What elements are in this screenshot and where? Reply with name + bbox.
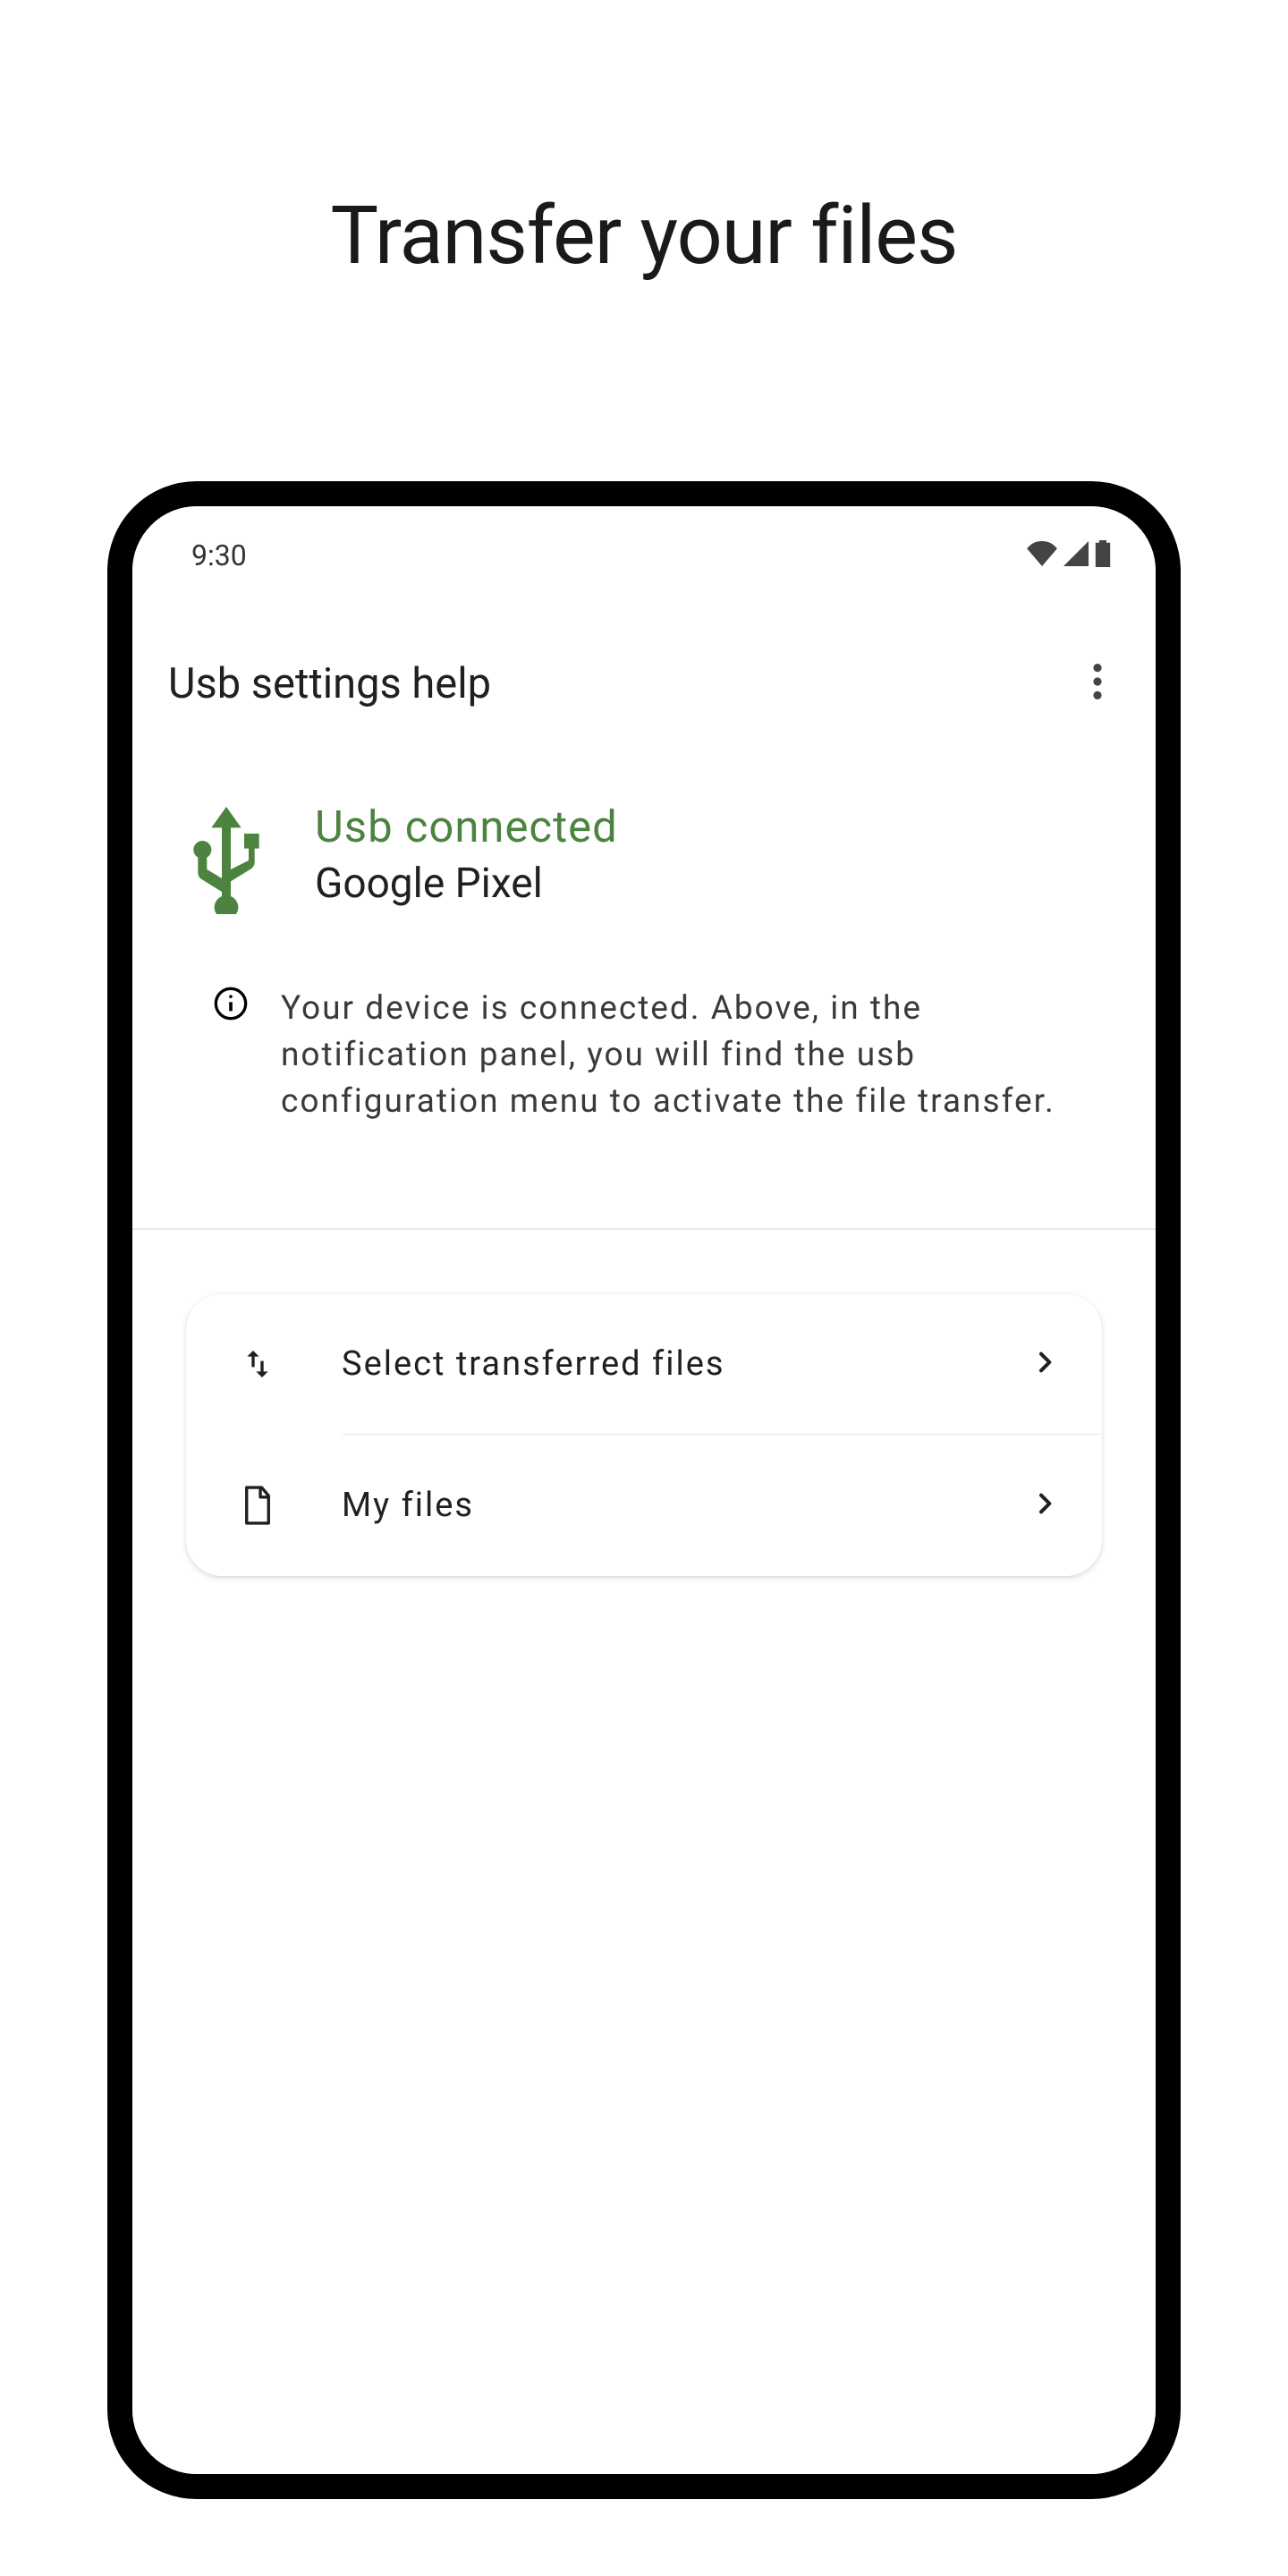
- action-label: Select transferred files: [342, 1344, 968, 1384]
- cellular-icon: [1063, 541, 1089, 570]
- phone-frame: 9:30 Usb settings help: [107, 481, 1181, 2499]
- chevron-right-icon: [1030, 1489, 1073, 1521]
- chevron-right-icon: [1030, 1348, 1073, 1380]
- app-bar: Usb settings help: [132, 590, 1156, 739]
- info-icon: [213, 986, 249, 1025]
- wifi-icon: [1027, 541, 1057, 570]
- connection-text: Usb connected Google Pixel: [315, 801, 1120, 908]
- select-transferred-files-item[interactable]: Select transferred files: [186, 1294, 1102, 1434]
- status-time: 9:30: [191, 538, 247, 572]
- swap-vert-icon: [236, 1346, 279, 1382]
- connection-row: Usb connected Google Pixel: [186, 801, 1120, 914]
- info-text: Your device is connected. Above, in the …: [281, 986, 1120, 1124]
- connection-section: Usb connected Google Pixel Your device i…: [132, 739, 1156, 1160]
- connection-status: Usb connected: [315, 801, 1120, 852]
- file-icon: [236, 1485, 279, 1526]
- more-menu-button[interactable]: [1084, 655, 1111, 712]
- section-divider: [132, 1228, 1156, 1230]
- status-icons: [1027, 540, 1111, 571]
- action-label: My files: [342, 1486, 968, 1525]
- status-bar: 9:30: [132, 506, 1156, 590]
- battery-icon: [1095, 540, 1111, 571]
- connection-device: Google Pixel: [315, 860, 1120, 908]
- info-row: Your device is connected. Above, in the …: [186, 986, 1120, 1124]
- my-files-item[interactable]: My files: [186, 1435, 1102, 1576]
- phone-screen: 9:30 Usb settings help: [132, 506, 1156, 2474]
- page-title: Transfer your files: [331, 188, 958, 284]
- more-vert-icon: [1093, 686, 1102, 703]
- usb-icon: [186, 801, 267, 914]
- app-bar-title: Usb settings help: [168, 659, 491, 708]
- actions-card: Select transferred files My files: [186, 1294, 1102, 1576]
